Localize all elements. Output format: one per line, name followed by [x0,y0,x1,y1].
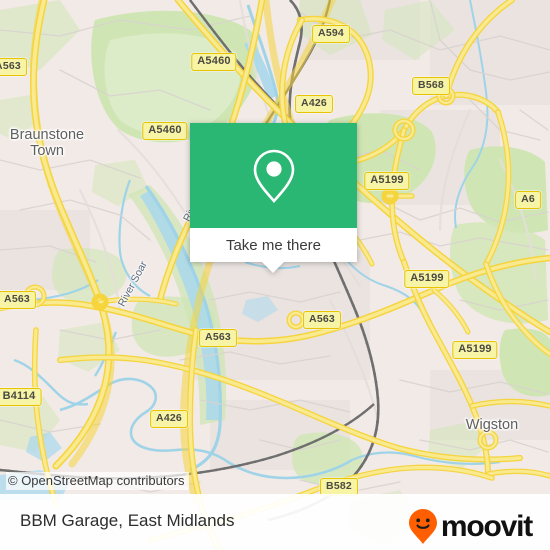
moovit-pin-smile-icon [408,509,437,544]
place-label: Braunstone Town [9,127,85,159]
page-title: BBM Garage, East Midlands [20,511,235,530]
road-shield: B568 [412,77,450,95]
road-shield: A5460 [142,122,188,140]
road-shield: A563 [0,291,36,309]
map-canvas[interactable]: .g {fill:#cfe6b4;} .g2 {fill:#dcebc8;} .… [0,0,550,550]
road-shield: A594 [312,25,350,43]
road-shield: A6 [515,191,541,209]
popup-header [190,123,357,228]
map-screenshot: .g {fill:#cfe6b4;} .g2 {fill:#dcebc8;} .… [0,0,550,550]
popup-pointer [261,262,284,273]
road-shield: A563 [199,329,237,347]
road-shield: A5199 [452,341,498,359]
road-shield: A5199 [364,172,410,190]
road-shield: B4114 [0,388,42,406]
place-label: Wigston [465,417,519,433]
location-popup[interactable]: Take me there [190,123,357,273]
road-shield: A5460 [191,53,237,71]
road-shield: A426 [150,410,188,428]
road-shield: A5199 [404,270,450,288]
road-shield: A563 [303,311,341,329]
road-shield: A426 [295,95,333,113]
footer-bar: BBM Garage, East Midlands moovit [0,494,550,550]
popup-action[interactable]: Take me there [190,228,357,262]
take-me-there-label: Take me there [225,236,322,254]
road-shield: A563 [0,58,27,76]
map-attribution[interactable]: © OpenStreetMap contributors [6,472,189,490]
moovit-wordmark: moovit [440,510,533,543]
moovit-logo[interactable]: moovit [408,508,533,546]
map-pin-icon [253,149,294,203]
map-vector-layer: .g {fill:#cfe6b4;} .g2 {fill:#dcebc8;} .… [0,0,550,550]
